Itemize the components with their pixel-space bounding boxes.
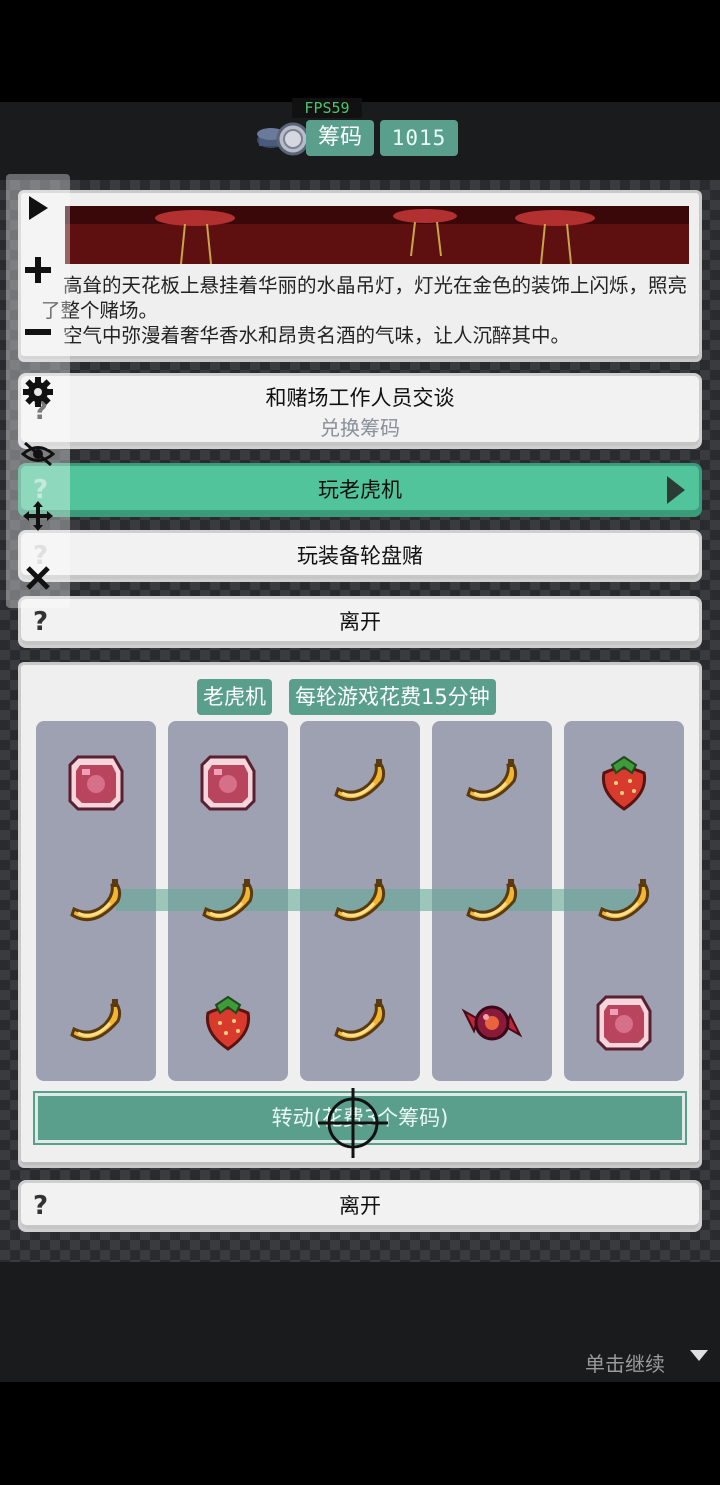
story-text: 高耸的天花板上悬挂着华丽的水晶吊灯，灯光在金色的装饰上闪烁，照亮了整个赌场。 空…: [41, 273, 701, 348]
choice-leave[interactable]: ? 离开: [18, 596, 702, 648]
banana-icon: [328, 991, 392, 1055]
plus-icon[interactable]: [16, 248, 60, 292]
choice-label: 离开: [339, 1194, 381, 1218]
play-icon[interactable]: [16, 186, 60, 230]
currency-value: 1015: [380, 120, 458, 156]
casino-scene-image: [65, 206, 689, 264]
candy-icon: [460, 991, 524, 1055]
banana-icon: [460, 751, 524, 815]
fps-counter: FPS59: [292, 98, 362, 118]
gem-icon: [64, 751, 128, 815]
question-mark-icon: ?: [33, 1191, 49, 1221]
chips-icon: [257, 122, 310, 156]
bottom-leave-button[interactable]: ? 离开: [18, 1180, 702, 1232]
story-line-2: 空气中弥漫着奢华香水和昂贵名酒的气味，让人沉醉其中。: [63, 324, 571, 347]
gem-icon: [196, 751, 260, 815]
choice-sublabel: 兑换筹码: [320, 416, 400, 440]
close-icon[interactable]: [16, 556, 60, 600]
floating-toolbar: [6, 174, 70, 608]
banana-icon: [196, 871, 260, 935]
banana-icon: [64, 871, 128, 935]
story-panel: 高耸的天花板上悬挂着华丽的水晶吊灯，灯光在金色的装饰上闪烁，照亮了整个赌场。 空…: [18, 190, 702, 362]
choice-label: 离开: [339, 610, 381, 634]
banana-icon: [460, 871, 524, 935]
choice-play-slots[interactable]: ? 玩老虎机: [18, 463, 702, 517]
eye-hidden-icon[interactable]: [16, 432, 60, 476]
strawberry-icon: [592, 751, 656, 815]
gear-icon[interactable]: [16, 370, 60, 414]
choice-label: 玩装备轮盘赌: [297, 544, 423, 568]
banana-icon: [328, 751, 392, 815]
banana-icon: [64, 991, 128, 1055]
gem-icon: [592, 991, 656, 1055]
crosshair-cursor-icon: [318, 1088, 388, 1158]
slot-cost-tag: 每轮游戏花费15分钟: [289, 679, 496, 715]
tap-to-continue[interactable]: 单击继续: [585, 1348, 665, 1377]
strawberry-icon: [196, 991, 260, 1055]
minus-icon[interactable]: [16, 310, 60, 354]
choice-label: 和赌场工作人员交谈: [265, 386, 455, 410]
status-bar-area: [0, 0, 720, 102]
choice-talk-staff[interactable]: ? 和赌场工作人员交谈 兑换筹码: [18, 373, 702, 449]
bottom-bar-area: [0, 1382, 720, 1485]
banana-icon: [328, 871, 392, 935]
continue-arrow-icon: [690, 1350, 708, 1361]
choice-play-roulette[interactable]: ? 玩装备轮盘赌: [18, 530, 702, 582]
move-icon[interactable]: [16, 494, 60, 538]
choice-label: 玩老虎机: [318, 478, 402, 502]
slot-title-tag: 老虎机: [197, 679, 272, 715]
story-line-1: 高耸的天花板上悬挂着华丽的水晶吊灯，灯光在金色的装饰上闪烁，照亮了整个赌场。: [41, 274, 688, 322]
selected-arrow-icon: [667, 476, 685, 504]
banana-icon: [592, 871, 656, 935]
currency-label: 筹码: [306, 120, 374, 156]
